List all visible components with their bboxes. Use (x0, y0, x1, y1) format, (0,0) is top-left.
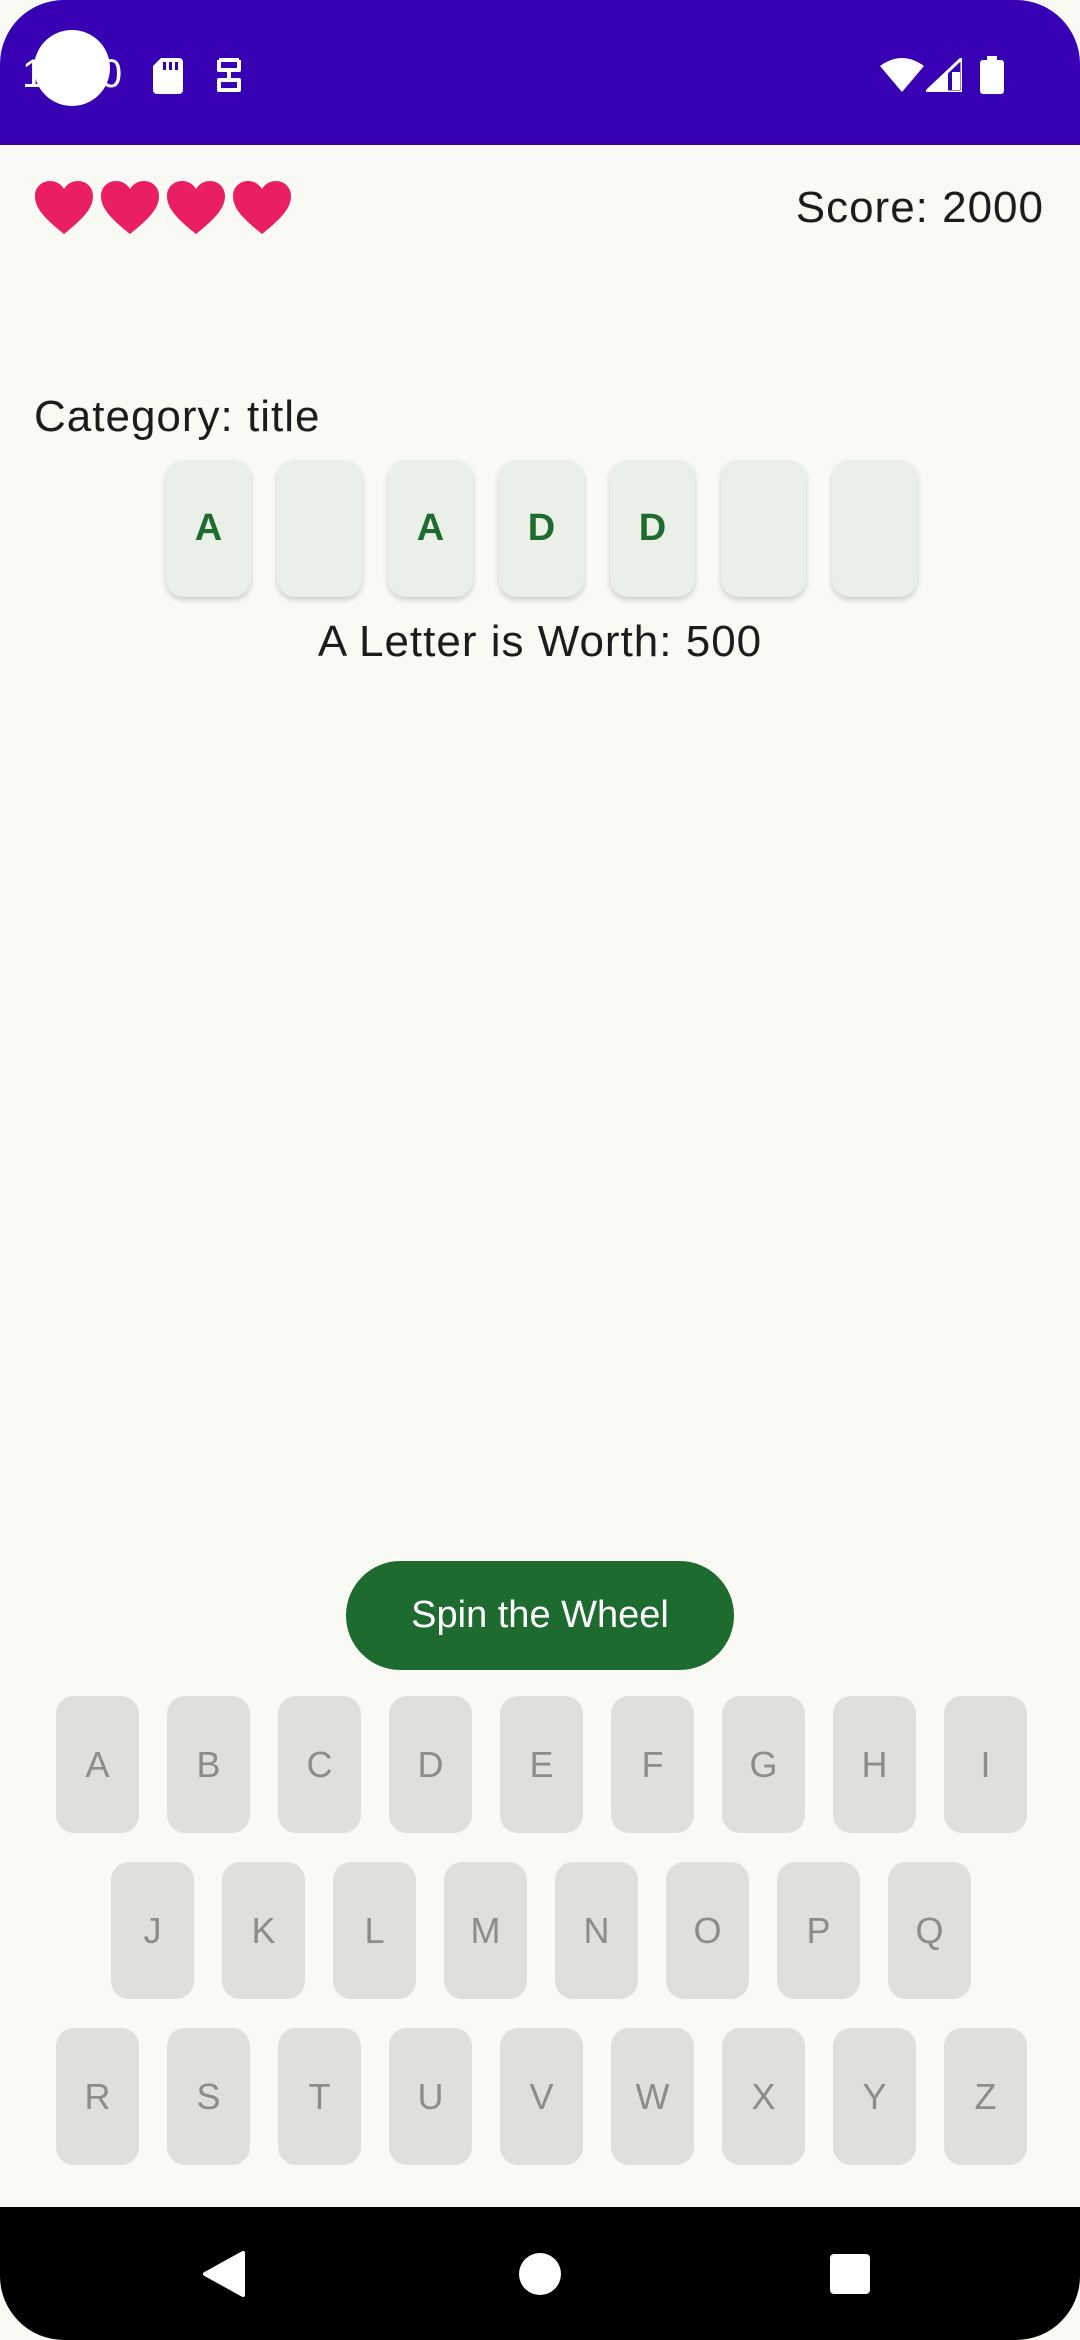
key-n[interactable]: N (555, 1862, 638, 1999)
heart-icon (167, 181, 225, 234)
key-d[interactable]: D (389, 1696, 472, 1833)
key-i[interactable]: I (944, 1696, 1027, 1833)
keyboard-row-2: JKLMNOPQ (111, 1862, 971, 1999)
letter-tile (277, 460, 362, 597)
key-e[interactable]: E (500, 1696, 583, 1833)
battery-icon (980, 56, 1004, 94)
letter-tile (721, 460, 806, 597)
signal-icon (926, 58, 962, 92)
letter-tile (832, 460, 917, 597)
key-b[interactable]: B (167, 1696, 250, 1833)
sd-card-icon (153, 58, 183, 94)
key-k[interactable]: K (222, 1862, 305, 1999)
key-p[interactable]: P (777, 1862, 860, 1999)
recents-icon[interactable] (829, 2253, 871, 2295)
keyboard-row-3: RSTUVWXYZ (56, 2028, 1027, 2165)
key-s[interactable]: S (167, 2028, 250, 2165)
key-j[interactable]: J (111, 1862, 194, 1999)
screen: 10:00 Score: 2000 Category: title AADD A… (0, 0, 1080, 2340)
lives-hearts (34, 180, 292, 240)
heart-icon (101, 181, 159, 234)
category-label: Category: title (34, 392, 321, 441)
key-a[interactable]: A (56, 1696, 139, 1833)
score-label: Score: 2000 (795, 183, 1044, 232)
key-f[interactable]: F (611, 1696, 694, 1833)
key-l[interactable]: L (333, 1862, 416, 1999)
back-icon[interactable] (201, 2251, 245, 2297)
key-h[interactable]: H (833, 1696, 916, 1833)
camera-cutout (34, 30, 110, 106)
letter-tile: A (388, 460, 473, 597)
key-u[interactable]: U (389, 2028, 472, 2165)
key-r[interactable]: R (56, 2028, 139, 2165)
key-t[interactable]: T (278, 2028, 361, 2165)
letter-worth-label: A Letter is Worth: 500 (317, 617, 763, 666)
key-c[interactable]: C (278, 1696, 361, 1833)
key-o[interactable]: O (666, 1862, 749, 1999)
key-m[interactable]: M (444, 1862, 527, 1999)
wifi-icon (880, 58, 924, 92)
key-v[interactable]: V (500, 2028, 583, 2165)
home-icon[interactable] (518, 2252, 562, 2296)
puzzle-tiles: AADD (166, 460, 917, 597)
letter-tile: D (610, 460, 695, 597)
letter-tile: D (499, 460, 584, 597)
key-q[interactable]: Q (888, 1862, 971, 1999)
cast-icon (217, 58, 241, 92)
heart-icon (35, 181, 93, 234)
key-x[interactable]: X (722, 2028, 805, 2165)
heart-icon (233, 181, 291, 234)
spin-wheel-button[interactable]: Spin the Wheel (346, 1561, 734, 1670)
status-bar: 10:00 (0, 0, 1080, 145)
keyboard-row-1: ABCDEFGHI (56, 1696, 1027, 1833)
key-y[interactable]: Y (833, 2028, 916, 2165)
key-g[interactable]: G (722, 1696, 805, 1833)
letter-tile: A (166, 460, 251, 597)
key-w[interactable]: W (611, 2028, 694, 2165)
key-z[interactable]: Z (944, 2028, 1027, 2165)
